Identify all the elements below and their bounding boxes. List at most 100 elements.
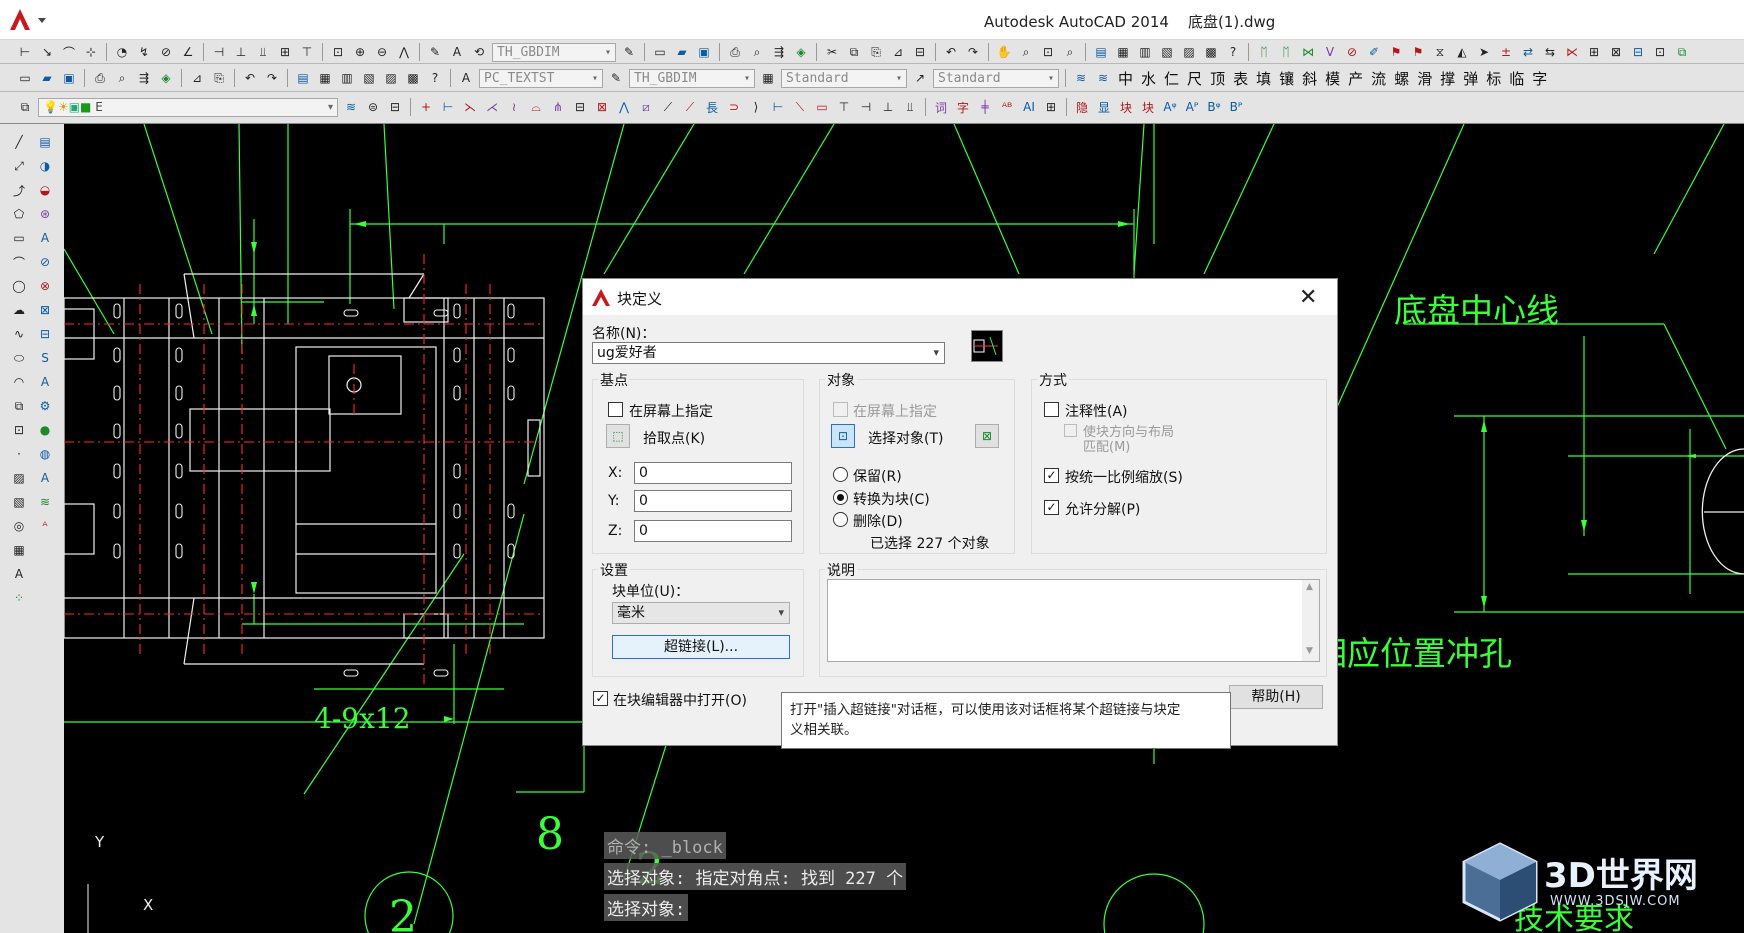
tool-yin-icon[interactable]: 隐 (1073, 98, 1091, 116)
osnap-set-icon[interactable]: ⊃ (725, 98, 743, 116)
design-center-icon[interactable]: ▦ (1114, 43, 1132, 61)
z-input[interactable]: 0 (634, 520, 792, 542)
tool-char-9[interactable]: 模 (1325, 68, 1340, 89)
tool-char-15[interactable]: 弹 (1463, 68, 1478, 89)
left2-b-icon[interactable]: ◑ (36, 157, 54, 175)
insert-block-icon[interactable]: ⧉ (10, 397, 28, 415)
arrows-icon[interactable]: ⇄ (1519, 43, 1537, 61)
tool-char-8[interactable]: 斜 (1302, 68, 1317, 89)
left2-o-icon[interactable]: A (36, 469, 54, 487)
mleaderstyle-combo[interactable]: Standard ▾ (933, 68, 1059, 88)
tool-ap-icon[interactable]: Aᴾ (1183, 98, 1201, 116)
redo2-icon[interactable]: ↷ (263, 69, 281, 87)
tp2-icon[interactable]: ▥ (338, 69, 356, 87)
point-icon[interactable]: · (10, 445, 28, 463)
dim-minus-icon[interactable]: ⊣ (857, 98, 875, 116)
retain-radio[interactable] (833, 467, 848, 482)
open-in-editor-checkbox[interactable]: ✓ (593, 691, 608, 706)
tool-grid-icon[interactable]: ⊞ (1042, 98, 1060, 116)
help-icon[interactable]: ? (1224, 43, 1242, 61)
dimstyle-manager-icon[interactable]: ✎ (620, 43, 638, 61)
osnap-per-icon[interactable]: ⊠ (593, 98, 611, 116)
left2-d-icon[interactable]: ⊛ (36, 205, 54, 223)
snap-1-icon[interactable]: ᛖ (1255, 43, 1273, 61)
close-icon[interactable]: ✕ (1299, 285, 1317, 310)
preview2-icon[interactable]: ⌕ (113, 69, 131, 87)
inspection-icon[interactable]: ⊖ (373, 43, 391, 61)
description-textarea[interactable]: ▲ ▼ (827, 579, 1320, 662)
tool-end2-icon[interactable]: ⧉ (1673, 43, 1691, 61)
dim-space-icon[interactable]: ⊞ (276, 43, 294, 61)
tool-palettes-icon[interactable]: ▥ (1136, 43, 1154, 61)
grid-tool-icon[interactable]: ⊞ (1585, 43, 1603, 61)
tool-kuai-icon[interactable]: 块 (1117, 98, 1135, 116)
dim-break-icon[interactable]: ⊤ (298, 43, 316, 61)
linear-dim-icon[interactable]: ⊢ (16, 43, 34, 61)
osnap-ins-icon[interactable]: ⧄ (637, 98, 655, 116)
x-input[interactable]: 0 (634, 462, 792, 484)
zoom-previous-icon[interactable]: ⌕ (1061, 43, 1079, 61)
left2-p-icon[interactable]: ≋ (36, 493, 54, 511)
ss2-icon[interactable]: ▧ (360, 69, 378, 87)
tool-char-14[interactable]: 撑 (1440, 68, 1455, 89)
mk2-icon[interactable]: ▨ (382, 69, 400, 87)
tool-ci-icon[interactable]: 词 (932, 98, 950, 116)
tool-ab-icon[interactable]: ᴬᴮ (998, 98, 1016, 116)
annotative-checkbox[interactable] (1044, 402, 1059, 417)
center-mark-icon[interactable]: ⊕ (351, 43, 369, 61)
delete-radio[interactable] (833, 512, 848, 527)
dc2-icon[interactable]: ▦ (316, 69, 334, 87)
block-unit-select[interactable]: 毫米 ▾ (612, 602, 790, 624)
tool-aq-icon[interactable]: Aᵠ (1161, 98, 1179, 116)
dim-update-icon[interactable]: ⟲ (470, 43, 488, 61)
table-icon[interactable]: ▦ (10, 541, 28, 559)
pick-point-button[interactable]: ⬚ (606, 424, 630, 448)
left2-m-icon[interactable]: ● (36, 421, 54, 439)
tool-char-13[interactable]: 滑 (1417, 68, 1432, 89)
allow-explode-checkbox[interactable]: ✓ (1044, 500, 1059, 515)
left2-f-icon[interactable]: ⊘ (36, 253, 54, 271)
publish2-icon[interactable]: ⇶ (135, 69, 153, 87)
radius-dim-icon[interactable]: ◔ (113, 43, 131, 61)
osnap-arc-icon[interactable]: ⟩ (747, 98, 765, 116)
tool-bp-icon[interactable]: Bᴾ (1227, 98, 1245, 116)
left2-l-icon[interactable]: ⚙ (36, 397, 54, 415)
angular-dim-icon[interactable]: ∠ (179, 43, 197, 61)
tool-char-10[interactable]: 产 (1348, 68, 1363, 89)
tool-char-0[interactable]: 中 (1118, 68, 1133, 89)
left2-q-icon[interactable]: ᴬ (36, 517, 54, 535)
match-properties-icon[interactable]: ⊿ (889, 43, 907, 61)
make-block-icon[interactable]: ⊡ (10, 421, 28, 439)
new-icon[interactable]: ▭ (651, 43, 669, 61)
objects-onscreen-checkbox[interactable] (833, 402, 848, 417)
layer-prev-icon[interactable]: ≋ (342, 98, 360, 116)
pan-icon[interactable]: ✋ (995, 43, 1013, 61)
sheet-set-icon[interactable]: ▧ (1158, 43, 1176, 61)
tool-char-6[interactable]: 填 (1256, 68, 1271, 89)
plot-preview-icon[interactable]: ⌕ (748, 43, 766, 61)
triangle-icon[interactable]: ◭ (1453, 43, 1471, 61)
rectangle-icon[interactable]: ▭ (10, 229, 28, 247)
calculator-icon[interactable]: ▩ (1202, 43, 1220, 61)
line-icon[interactable]: ╱ (10, 133, 28, 151)
copy-icon[interactable]: ⧉ (845, 43, 863, 61)
diameter-dim-icon[interactable]: ⊘ (157, 43, 175, 61)
dim-v-icon[interactable]: ⊥ (879, 98, 897, 116)
y-input[interactable]: 0 (634, 490, 792, 512)
tool-x-icon[interactable]: ⋉ (1563, 43, 1581, 61)
polygon-icon[interactable]: ⬠ (10, 205, 28, 223)
description-scrollbar[interactable]: ▲ ▼ (1302, 580, 1319, 661)
match-orientation-checkbox[interactable] (1064, 424, 1077, 437)
snap-3-icon[interactable]: ⋈ (1299, 43, 1317, 61)
tool-char-3[interactable]: 尺 (1187, 68, 1202, 89)
spline-icon[interactable]: ∿ (10, 325, 28, 343)
plot2-icon[interactable]: ⎙ (91, 69, 109, 87)
paste-icon[interactable]: ⎘ (867, 43, 885, 61)
text-style-icon[interactable]: A (457, 69, 475, 87)
left2-g-icon[interactable]: ⊗ (36, 277, 54, 295)
select-objects-button[interactable]: ⊡ (831, 424, 855, 448)
dim-rect-icon[interactable]: ▭ (813, 98, 831, 116)
pline-icon[interactable]: ⤴ (10, 181, 28, 199)
osnap-cen-icon[interactable]: ⌓ (527, 98, 545, 116)
brush-icon[interactable]: ✐ (1365, 43, 1383, 61)
